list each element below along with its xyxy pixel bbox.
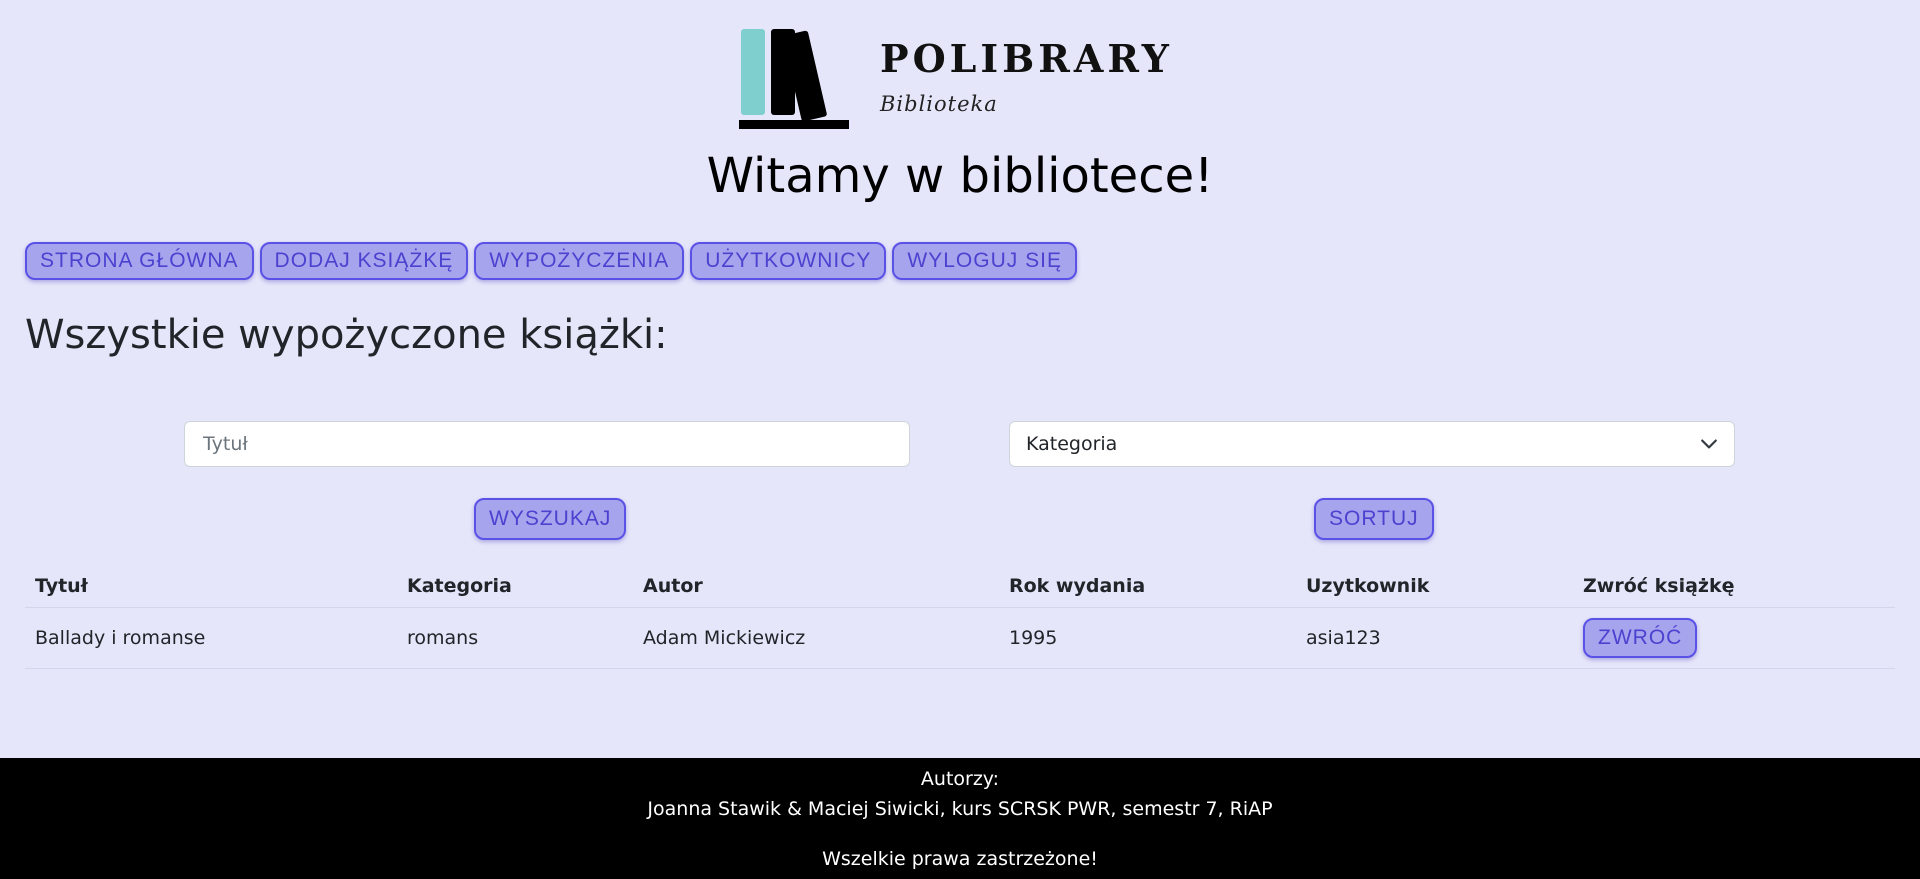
cell-title: Ballady i romanse [25, 607, 397, 669]
brand-name: POLIBRARY [880, 36, 1173, 81]
column-header-year: Rok wydania [999, 565, 1296, 608]
main-nav: STRONA GŁÓWNA DODAJ KSIĄŻKĘ WYPOŻYCZENIA… [25, 242, 1077, 280]
cell-author: Adam Mickiewicz [633, 607, 999, 669]
logo-teal-book [741, 29, 765, 115]
section-title: Wszystkie wypożyczone książki: [25, 312, 668, 358]
column-header-user: Uzytkownik [1296, 565, 1573, 608]
column-header-title: Tytuł [25, 565, 397, 608]
category-select[interactable]: Kategoria [1009, 421, 1735, 467]
footer: Autorzy: Joanna Stawik & Maciej Siwicki,… [0, 758, 1920, 879]
nav-home-button[interactable]: STRONA GŁÓWNA [25, 242, 254, 280]
cell-category: romans [397, 607, 633, 669]
nav-users-button[interactable]: UŻYTKOWNICY [690, 242, 887, 280]
loans-table: Tytuł Kategoria Autor Rok wydania Uzytko… [25, 565, 1895, 669]
brand-subtitle: Biblioteka [880, 92, 998, 116]
nav-logout-button[interactable]: WYLOGUJ SIĘ [892, 242, 1077, 280]
column-header-category: Kategoria [397, 565, 633, 608]
title-search-field [184, 421, 910, 467]
category-select-value: Kategoria [1026, 433, 1118, 455]
cell-year: 1995 [999, 607, 1296, 669]
cell-return: ZWRÓĆ [1573, 607, 1895, 669]
table-header-row: Tytuł Kategoria Autor Rok wydania Uzytko… [25, 565, 1895, 608]
page-title: Witamy w bibliotece! [706, 148, 1214, 204]
logo-shelf [739, 120, 849, 129]
nav-loans-button[interactable]: WYPOŻYCZENIA [474, 242, 685, 280]
sort-button[interactable]: SORTUJ [1314, 498, 1434, 540]
chevron-down-icon [1701, 439, 1717, 449]
footer-authors-label: Autorzy: [920, 768, 1000, 790]
return-book-button[interactable]: ZWRÓĆ [1583, 618, 1698, 658]
footer-authors: Joanna Stawik & Maciej Siwicki, kurs SCR… [647, 798, 1273, 820]
footer-rights: Wszelkie prawa zastrzeżone! [822, 848, 1098, 870]
column-header-author: Autor [633, 565, 999, 608]
table-row: Ballady i romanse romans Adam Mickiewicz… [25, 607, 1895, 669]
cell-user: asia123 [1296, 607, 1573, 669]
search-button[interactable]: WYSZUKAJ [474, 498, 627, 540]
column-header-return: Zwróć książkę [1573, 565, 1895, 608]
nav-add-book-button[interactable]: DODAJ KSIĄŻKĘ [259, 242, 469, 280]
title-search-input[interactable] [201, 432, 893, 456]
